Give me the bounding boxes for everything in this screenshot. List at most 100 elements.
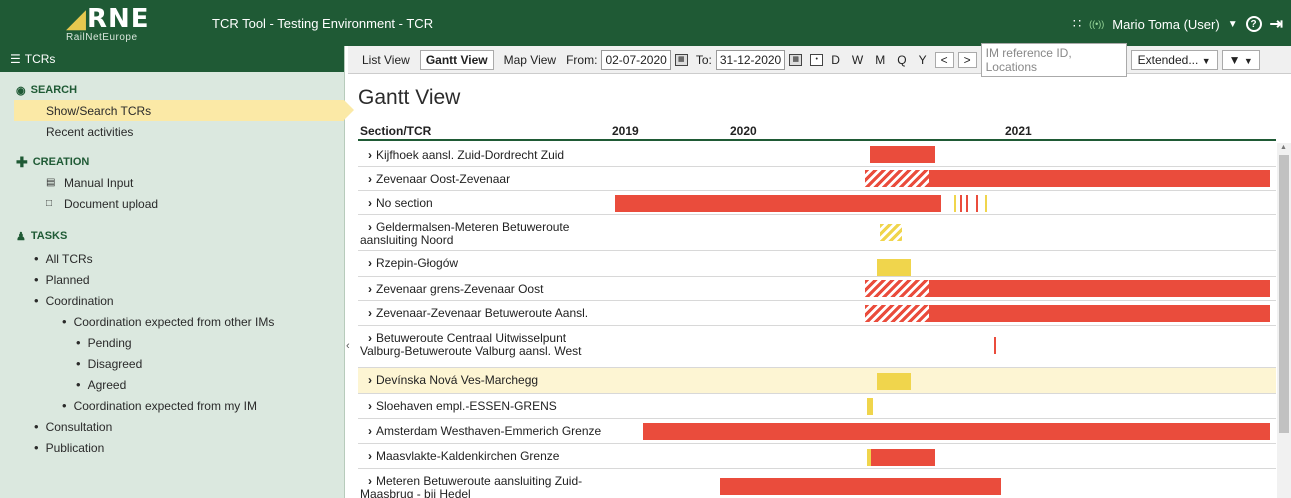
- plus-icon: ✚: [16, 153, 28, 170]
- row-label[interactable]: › Meteren Betuweroute aansluiting Zuid- Ma…: [360, 475, 582, 498]
- scroll-up-icon[interactable]: ▲: [1280, 144, 1287, 151]
- sidebar-item-publication[interactable]: Publication: [0, 437, 344, 458]
- period-day-button[interactable]: D: [827, 53, 844, 67]
- sidebar: ☰ TCRs ◉ SEARCH Show/Search TCRs Recent …: [0, 46, 354, 498]
- tcr-marker[interactable]: [960, 195, 962, 212]
- sidebar-item-coord-other-ims[interactable]: Coordination expected from other IMs: [0, 311, 344, 332]
- period-month-button[interactable]: M: [871, 53, 889, 67]
- gantt-row[interactable]: › Zevenaar grens-Zevenaar Oost: [358, 277, 1276, 301]
- next-period-button[interactable]: >: [957, 51, 977, 68]
- from-date-input[interactable]: 02-07-2020: [601, 49, 671, 70]
- search-input[interactable]: IM reference ID, Locations: [980, 42, 1127, 77]
- chevron-right-icon: ›: [368, 306, 372, 320]
- tcr-bar[interactable]: [929, 280, 1270, 297]
- gantt-row[interactable]: › Sloehaven empl.-ESSEN-GRENS: [358, 394, 1276, 419]
- tcr-bar[interactable]: [865, 170, 929, 187]
- sidebar-item-pending[interactable]: Pending: [0, 332, 344, 353]
- tcr-bar[interactable]: [877, 259, 911, 276]
- gantt-row[interactable]: › Geldermalsen-Meteren Betuweroute aanslui…: [358, 215, 1276, 251]
- tcr-bar[interactable]: [929, 305, 1270, 322]
- tcr-marker[interactable]: [985, 195, 987, 212]
- previous-period-button[interactable]: <: [934, 51, 954, 68]
- user-menu[interactable]: Mario Toma (User): [1112, 17, 1219, 32]
- tcr-bar[interactable]: [877, 373, 911, 390]
- eye-icon: ◉: [16, 84, 26, 97]
- today-calendar-icon[interactable]: •: [810, 53, 824, 66]
- chevron-down-icon[interactable]: ▼: [1228, 19, 1238, 30]
- row-label[interactable]: › Amsterdam Westhaven-Emmerich Grenze: [360, 425, 601, 438]
- row-label[interactable]: › Betuweroute Centraal Uitwisselpunt Valbu…: [360, 332, 581, 358]
- gantt-row[interactable]: › Meteren Betuweroute aansluiting Zuid- Ma…: [358, 469, 1276, 498]
- tcr-bar[interactable]: [880, 224, 902, 241]
- gantt-row[interactable]: › Maasvlakte-Kaldenkirchen Grenze: [358, 444, 1276, 469]
- list-view-button[interactable]: List View: [356, 50, 416, 70]
- gantt-scrollbar[interactable]: ▲: [1277, 143, 1291, 498]
- tcr-bar[interactable]: [870, 146, 935, 163]
- section-tasks-label: TASKS: [30, 230, 68, 242]
- tcr-marker[interactable]: [976, 195, 978, 212]
- collapse-sidebar-icon[interactable]: ‹: [346, 340, 350, 352]
- tcr-bar[interactable]: [615, 195, 941, 212]
- tcr-bar[interactable]: [643, 423, 1270, 440]
- period-quarter-button[interactable]: Q: [893, 53, 910, 67]
- tcr-bar[interactable]: [867, 398, 873, 415]
- rne-logo[interactable]: ◢RNE RailNetEurope: [62, 6, 162, 43]
- map-view-button[interactable]: Map View: [498, 50, 562, 70]
- gantt-row[interactable]: › Rzepin-Głogów: [358, 251, 1276, 277]
- row-label[interactable]: › No section: [360, 197, 433, 210]
- sidebar-item-manual-input[interactable]: ▤ Manual Input: [0, 172, 344, 193]
- row-label[interactable]: › Zevenaar-Zevenaar Betuweroute Aansl.: [360, 307, 588, 320]
- sidebar-item-agreed[interactable]: Agreed: [0, 374, 344, 395]
- tcr-marker[interactable]: [994, 337, 996, 354]
- scrollbar-thumb[interactable]: [1279, 155, 1289, 433]
- connection-icon: ((•)): [1089, 19, 1105, 29]
- chevron-right-icon: ›: [368, 172, 372, 186]
- tcr-marker[interactable]: [954, 195, 956, 212]
- gantt-view-button[interactable]: Gantt View: [419, 49, 494, 70]
- row-label[interactable]: › Kijfhoek aansl. Zuid-Dordrecht Zuid: [360, 149, 564, 162]
- sidebar-item-planned[interactable]: Planned: [0, 269, 344, 290]
- row-label[interactable]: › Zevenaar Oost-Zevenaar: [360, 173, 510, 186]
- sidebar-item-disagreed[interactable]: Disagreed: [0, 353, 344, 374]
- row-label[interactable]: › Rzepin-Głogów: [360, 257, 458, 270]
- row-label[interactable]: › Sloehaven empl.-ESSEN-GRENS: [360, 400, 557, 413]
- sidebar-item-coord-my-im[interactable]: Coordination expected from my IM: [0, 395, 344, 416]
- sidebar-item-document-upload[interactable]: □ Document upload: [0, 193, 344, 214]
- gantt-row[interactable]: › Amsterdam Westhaven-Emmerich Grenze: [358, 419, 1276, 444]
- tcr-marker[interactable]: [966, 195, 968, 212]
- row-label-text: Sloehaven empl.-ESSEN-GRENS: [376, 399, 557, 413]
- logout-icon[interactable]: ⇥: [1270, 14, 1283, 34]
- period-year-button[interactable]: Y: [915, 53, 931, 67]
- sidebar-item-consultation[interactable]: Consultation: [0, 416, 344, 437]
- filter-dropdown[interactable]: ▼ ▼: [1221, 49, 1260, 70]
- sidebar-item-coordination[interactable]: Coordination: [0, 290, 344, 311]
- gantt-row[interactable]: › Zevenaar-Zevenaar Betuweroute Aansl.: [358, 301, 1276, 326]
- to-date-input[interactable]: 31-12-2020: [715, 49, 786, 70]
- gantt-row[interactable]: › Devínska Nová Ves-Marchegg: [358, 368, 1276, 394]
- sidebar-item-recent-activities[interactable]: Recent activities: [0, 121, 344, 142]
- help-icon[interactable]: ?: [1245, 16, 1262, 32]
- tcr-bar[interactable]: [871, 449, 935, 466]
- row-label[interactable]: › Zevenaar grens-Zevenaar Oost: [360, 283, 543, 296]
- gantt-row[interactable]: › Betuweroute Centraal Uitwisselpunt Valbu…: [358, 326, 1276, 368]
- calendar-icon[interactable]: ▦: [789, 53, 803, 66]
- tcr-bar[interactable]: [929, 170, 1270, 187]
- tcr-bar[interactable]: [865, 305, 929, 322]
- year-label: 2019: [612, 124, 639, 138]
- row-label-text: aansluiting Noord: [360, 233, 454, 247]
- row-label[interactable]: › Maasvlakte-Kaldenkirchen Grenze: [360, 450, 559, 463]
- extended-dropdown[interactable]: Extended... ▼: [1130, 49, 1218, 70]
- gantt-row[interactable]: › Zevenaar Oost-Zevenaar: [358, 167, 1276, 191]
- tcr-bar[interactable]: [720, 478, 1001, 495]
- row-label[interactable]: › Devínska Nová Ves-Marchegg: [360, 374, 538, 387]
- period-week-button[interactable]: W: [848, 53, 867, 67]
- sidebar-item-all-tcrs[interactable]: All TCRs: [0, 248, 344, 269]
- tcr-bar[interactable]: [865, 280, 929, 297]
- row-label[interactable]: › Geldermalsen-Meteren Betuweroute aanslui…: [360, 221, 569, 247]
- from-label: From:: [566, 52, 598, 67]
- calendar-icon[interactable]: ▦: [674, 53, 688, 66]
- gantt-row[interactable]: › No section: [358, 191, 1276, 215]
- sidebar-item-show-search-tcrs[interactable]: Show/Search TCRs: [14, 100, 354, 121]
- gantt-row[interactable]: › Kijfhoek aansl. Zuid-Dordrecht Zuid: [358, 143, 1276, 167]
- row-label-text: Maasvlakte-Kaldenkirchen Grenze: [376, 449, 560, 463]
